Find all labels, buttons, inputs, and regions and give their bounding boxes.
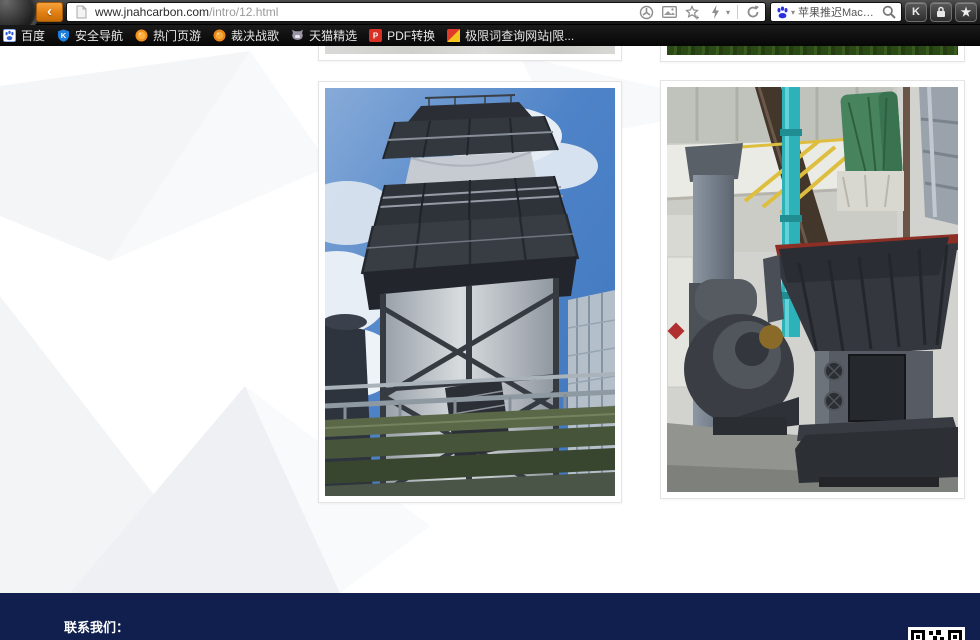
bookmark-baidu[interactable]: 百度 [3, 27, 45, 44]
bookmark-hot-games[interactable]: 热门页游 [135, 27, 201, 44]
plugin-blocker-icon[interactable] [639, 4, 655, 20]
bookmark-label: 天猫精选 [309, 27, 357, 44]
bookmark-limit-word-query[interactable]: 极限词查询网站|限... [447, 27, 574, 44]
url-path: /intro/12.html [209, 5, 278, 19]
grinding-mill-workshop-photo [667, 87, 958, 492]
page-document-icon [73, 4, 89, 20]
pdf-icon: P [369, 29, 382, 42]
photo-card-cropped [660, 46, 965, 62]
bookmark-safe-nav[interactable]: K 安全导航 [57, 27, 123, 44]
photo-card [318, 81, 622, 503]
extensions-caret-icon[interactable]: ▾ [726, 8, 730, 17]
bookmark-label: 极限词查询网站|限... [465, 27, 574, 44]
qr-code [908, 627, 965, 640]
back-button[interactable]: ‹ [36, 2, 63, 22]
bookmark-game-song[interactable]: 裁决战歌 [213, 27, 279, 44]
favorites-star-button[interactable]: ★ [955, 2, 977, 22]
contact-us-label: 联系我们： [64, 617, 129, 636]
lock-privacy-button[interactable] [930, 2, 952, 22]
engine-dropdown-caret-icon[interactable]: ▾ [791, 8, 795, 17]
baidu-engine-icon[interactable] [776, 6, 789, 19]
game-coin-icon [135, 29, 148, 42]
bookmark-label: 热门页游 [153, 27, 201, 44]
k-account-button[interactable]: K [905, 2, 927, 22]
url-host: www.jnahcarbon.com [95, 5, 209, 19]
bookmark-label: 安全导航 [75, 27, 123, 44]
browser-window: ‹ www.jnahcarbon.com/intro/12.html ▾ [0, 0, 980, 640]
bookmark-label: 百度 [21, 27, 45, 44]
bookmark-pdf-convert[interactable]: P PDF转换 [369, 27, 435, 44]
tmall-cat-icon [291, 29, 304, 42]
baidu-paw-icon [3, 29, 16, 42]
search-magnifier-icon[interactable] [881, 4, 897, 20]
browser-toolbar: ‹ www.jnahcarbon.com/intro/12.html ▾ [0, 0, 980, 25]
desulfurization-tower-photo [325, 88, 615, 496]
search-suggestion-text[interactable]: 苹果推迟MacBook... [798, 4, 879, 20]
red-yellow-flag-icon [447, 29, 460, 42]
photo-card [660, 80, 965, 499]
extensions-lightning-icon[interactable] [708, 4, 724, 20]
svg-text:K: K [61, 31, 67, 40]
photo-card-cropped [318, 46, 622, 61]
previous-photo-grass-strip [667, 46, 958, 55]
webpage-content [0, 46, 980, 593]
add-favorite-star-icon[interactable] [685, 4, 701, 20]
snapshot-image-icon[interactable] [662, 4, 678, 20]
bookmark-tmall[interactable]: 天猫精选 [291, 27, 357, 44]
game-coin-icon [213, 29, 226, 42]
search-box[interactable]: ▾ 苹果推迟MacBook... [770, 2, 902, 22]
security-shield-icon: K [57, 29, 70, 42]
bookmark-label: 裁决战歌 [231, 27, 279, 44]
svg-text:P: P [373, 32, 379, 41]
address-bar[interactable]: www.jnahcarbon.com/intro/12.html ▾ [66, 2, 766, 22]
bookmarks-bar: 百度 K 安全导航 热门页游 裁决战歌 天猫精选 [0, 25, 980, 46]
toolbar-divider [737, 5, 738, 19]
bookmark-label: PDF转换 [387, 27, 435, 44]
page-footer: 联系我们： [0, 593, 980, 640]
previous-photo-concrete-strip [325, 46, 615, 54]
refresh-icon[interactable] [745, 4, 761, 20]
url-text: www.jnahcarbon.com/intro/12.html [95, 5, 278, 19]
